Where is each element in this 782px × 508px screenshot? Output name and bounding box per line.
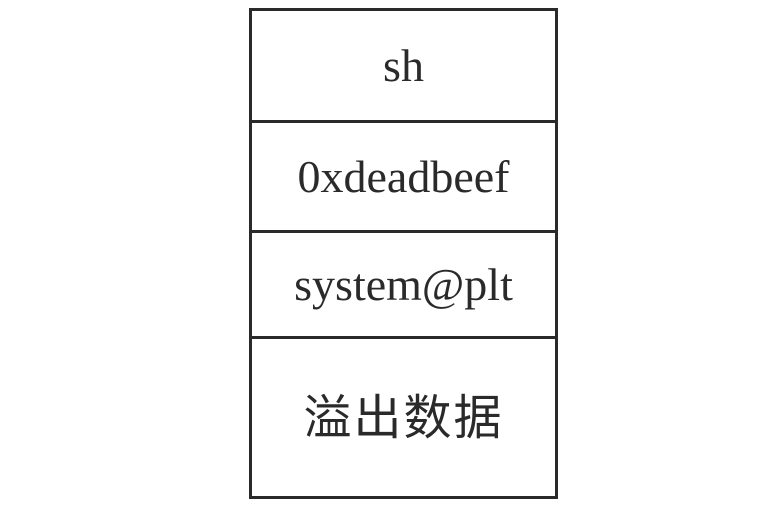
stack-cell-label: 溢出数据 bbox=[303, 389, 504, 446]
stack-cell-label: system@plt bbox=[294, 258, 513, 310]
stack-diagram: sh 0xdeadbeef system@plt 溢出数据 bbox=[249, 8, 558, 499]
stack-cell-label: 0xdeadbeef bbox=[297, 150, 510, 202]
stack-cell-label: sh bbox=[383, 39, 424, 91]
stack-cell-return-address: 0xdeadbeef bbox=[252, 120, 555, 230]
stack-cell-overflow-data: 溢出数据 bbox=[252, 336, 555, 496]
stack-cell-system-plt: system@plt bbox=[252, 230, 555, 336]
stack-cell-sh: sh bbox=[252, 11, 555, 120]
